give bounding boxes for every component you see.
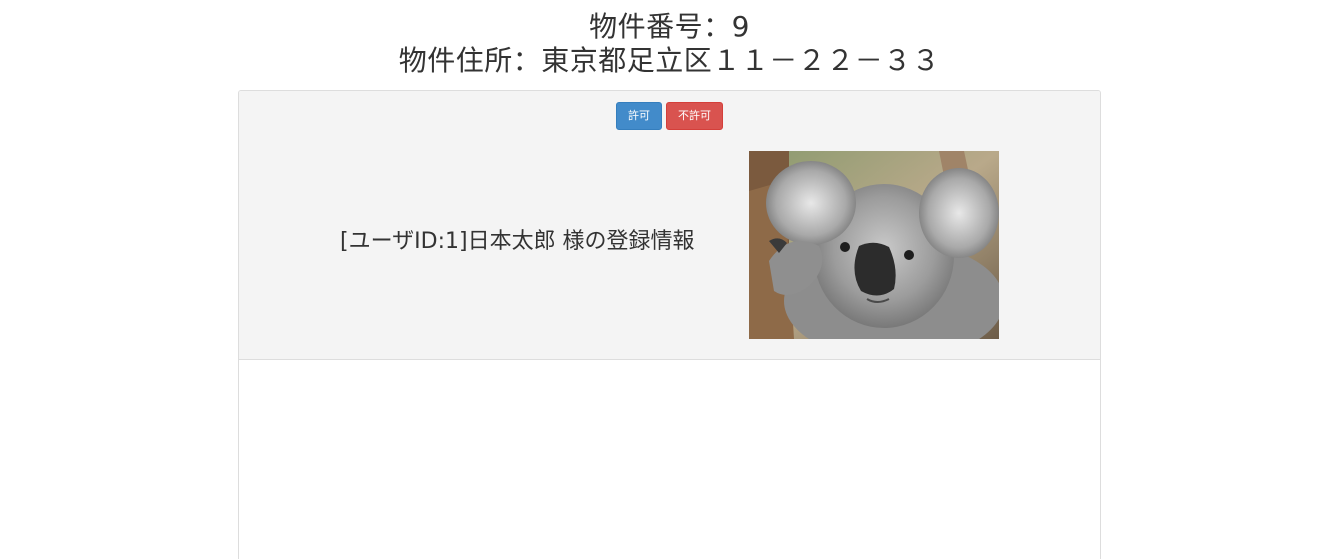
registration-panel: 許可 不許可 [ユーザID:1]日本太郎 様の登録情報 [238,90,1101,559]
panel-heading: 許可 不許可 [ユーザID:1]日本太郎 様の登録情報 [239,91,1100,360]
reject-button[interactable]: 不許可 [666,102,723,130]
user-photo [749,151,999,339]
page: 物件番号：9 物件住所：東京都足立区１１－２２－３３ 許可 不許可 [ユーザID… [0,0,1339,559]
property-address: 物件住所：東京都足立区１１－２２－３３ [398,44,941,77]
user-registration-title: [ユーザID:1]日本太郎 様の登録情報 [340,229,695,254]
property-number: 物件番号：9 [589,10,750,43]
page-heading: 物件番号：9 物件住所：東京都足立区１１－２２－３３ [0,10,1339,78]
action-buttons: 許可 不許可 [239,102,1100,130]
approve-button[interactable]: 許可 [616,102,662,130]
